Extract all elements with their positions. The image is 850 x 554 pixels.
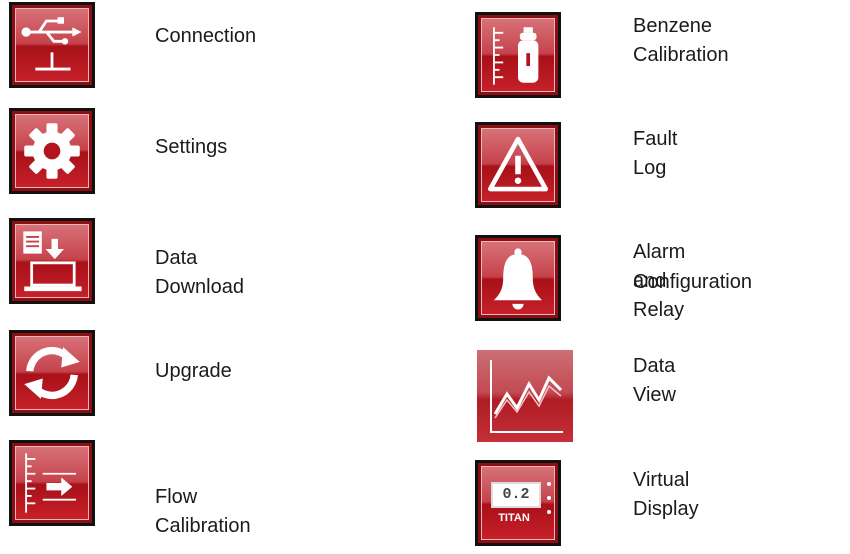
indicator-dot-1 <box>547 482 551 486</box>
gas-cylinder-icon <box>493 27 539 85</box>
display-screen: 0.2 <box>491 482 541 508</box>
virtual-display-label[interactable]: Virtual Display <box>633 466 699 524</box>
line-graph-icon <box>490 360 563 433</box>
benzene-calibration-tile[interactable] <box>475 12 561 98</box>
data-download-tile[interactable] <box>9 218 95 304</box>
benzene-calibration-label[interactable]: Benzene Calibration <box>633 12 729 70</box>
data-view-tile[interactable] <box>477 350 573 442</box>
gear-icon <box>24 123 80 179</box>
virtual-display-tile[interactable]: 0.2 TITAN <box>475 460 561 546</box>
titan-display-icon: 0.2 TITAN <box>481 466 555 540</box>
warning-triangle-icon <box>487 136 549 192</box>
data-download-label[interactable]: Data Download <box>155 244 244 302</box>
settings-label[interactable]: Settings <box>155 133 227 162</box>
alarm-relay-label-line2[interactable]: Configuration <box>633 268 752 297</box>
refresh-icon <box>24 346 80 400</box>
bell-icon <box>493 248 543 310</box>
download-to-laptop-icon <box>23 231 82 292</box>
fault-log-tile[interactable] <box>475 122 561 208</box>
flow-arrow-icon <box>25 453 77 513</box>
upgrade-label[interactable]: Upgrade <box>155 357 232 386</box>
indicator-dot-3 <box>547 510 551 514</box>
connection-label[interactable]: Connection <box>155 22 256 51</box>
indicator-dot-2 <box>547 496 551 500</box>
usb-icon <box>21 17 82 71</box>
display-brand: TITAN <box>498 512 530 524</box>
settings-tile[interactable] <box>9 108 95 194</box>
upgrade-tile[interactable] <box>9 330 95 416</box>
data-view-label[interactable]: Data View <box>633 352 676 410</box>
fault-log-label[interactable]: Fault Log <box>633 125 677 183</box>
alarm-relay-tile[interactable] <box>475 235 561 321</box>
connection-tile[interactable] <box>9 2 95 88</box>
flow-calibration-tile[interactable] <box>9 440 95 526</box>
flow-calibration-label[interactable]: Flow Calibration <box>155 483 251 541</box>
